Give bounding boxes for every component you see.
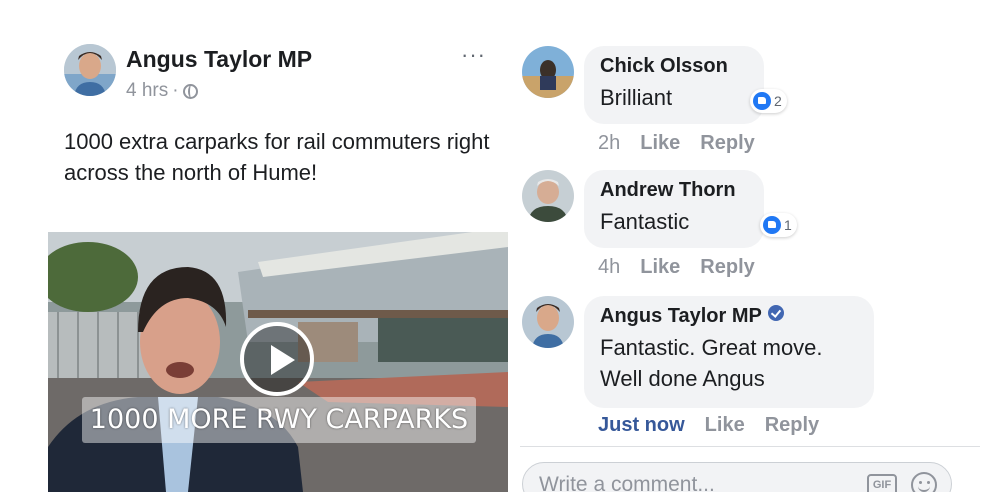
- comment-author[interactable]: Chick Olsson: [600, 55, 748, 78]
- reaction-count[interactable]: 1: [760, 213, 797, 237]
- reaction-number: 2: [774, 93, 782, 109]
- reaction-count[interactable]: 2: [750, 89, 787, 113]
- like-button[interactable]: Like: [640, 256, 680, 279]
- play-icon[interactable]: [240, 322, 314, 396]
- post-author-avatar[interactable]: [64, 44, 116, 96]
- like-button[interactable]: Like: [640, 132, 680, 155]
- comment-author-row: Angus Taylor MP: [600, 305, 858, 328]
- post-timestamp[interactable]: 4 hrs: [126, 80, 168, 102]
- comment-bubble: Andrew Thorn Fantastic: [584, 170, 764, 248]
- commenter-avatar[interactable]: [522, 296, 574, 348]
- reply-button[interactable]: Reply: [700, 256, 754, 279]
- emoji-icon[interactable]: [911, 472, 937, 492]
- reply-button[interactable]: Reply: [700, 132, 754, 155]
- globe-icon: [182, 83, 198, 99]
- comment-timestamp[interactable]: Just now: [598, 414, 685, 437]
- like-button[interactable]: Like: [705, 414, 745, 437]
- comments-section: Chick Olsson Brilliant 2 2h Like Reply A…: [520, 36, 980, 492]
- comment-timestamp[interactable]: 4h: [598, 256, 620, 279]
- comment-actions: 2h Like Reply: [598, 132, 755, 155]
- gif-icon[interactable]: GIF: [867, 474, 897, 492]
- comment-timestamp[interactable]: 2h: [598, 132, 620, 155]
- like-reaction-icon: [763, 216, 781, 234]
- post-meta: 4 hrs ·: [126, 80, 198, 102]
- comment-actions: Just now Like Reply: [598, 414, 819, 437]
- meta-separator: ·: [172, 80, 179, 101]
- comment-text-line-2: Well done Angus: [600, 366, 765, 391]
- comment-text: Brilliant: [600, 85, 673, 110]
- comment-author[interactable]: Andrew Thorn: [600, 179, 748, 202]
- comment-input-placeholder: Write a comment...: [539, 473, 715, 492]
- more-options-icon[interactable]: ···: [461, 42, 486, 68]
- comment-author[interactable]: Angus Taylor MP: [600, 305, 762, 327]
- video-player[interactable]: 1000 MORE RWY CARPARKS: [48, 232, 508, 492]
- comment-text: Fantastic: [600, 209, 690, 234]
- like-reaction-icon: [753, 92, 771, 110]
- divider: [520, 446, 980, 447]
- reply-button[interactable]: Reply: [765, 414, 819, 437]
- post-card: Angus Taylor MP 4 hrs · ··· 1000 extra c…: [48, 36, 508, 492]
- post-text: 1000 extra carparks for rail commuters r…: [64, 129, 490, 185]
- reaction-number: 1: [784, 217, 792, 233]
- commenter-avatar[interactable]: [522, 170, 574, 222]
- comment-input[interactable]: Write a comment... GIF: [522, 462, 952, 492]
- commenter-avatar[interactable]: [522, 46, 574, 98]
- verified-badge-icon: [767, 305, 784, 321]
- comment-text-line-1: Fantastic. Great move.: [600, 335, 823, 360]
- comment-actions: 4h Like Reply: [598, 256, 755, 279]
- comment-bubble: Chick Olsson Brilliant: [584, 46, 764, 124]
- comment-bubble: Angus Taylor MP Fantastic. Great move. W…: [584, 296, 874, 408]
- video-caption: 1000 MORE RWY CARPARKS: [82, 397, 476, 443]
- post-author-name[interactable]: Angus Taylor MP: [126, 46, 312, 73]
